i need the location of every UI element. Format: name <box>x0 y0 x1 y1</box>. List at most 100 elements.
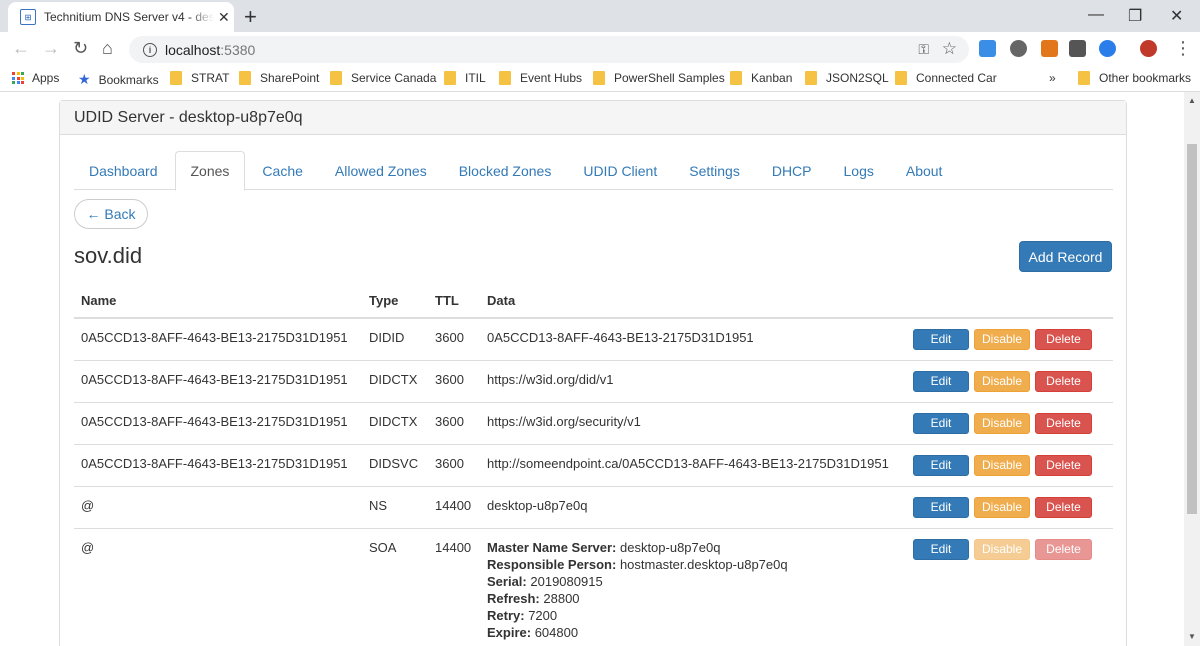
password-key-icon[interactable]: ⚿ <box>918 41 929 58</box>
bookmark-itil[interactable]: ITIL <box>444 71 486 85</box>
record-name: @ <box>74 486 362 529</box>
record-type: DIDCTX <box>362 402 428 445</box>
bookmark-bookmarks[interactable]: ★ Bookmarks <box>78 71 159 88</box>
restore-icon[interactable]: ❐ <box>1128 6 1142 26</box>
column-header-actions <box>906 283 1113 319</box>
soa-field-value: desktop-u8p7e0q <box>619 540 721 555</box>
bookmark-event-hubs[interactable]: Event Hubs <box>499 71 582 85</box>
new-tab-icon[interactable]: + <box>244 4 257 30</box>
star-icon: ★ <box>78 71 91 87</box>
bookmark-label: STRAT <box>191 71 230 85</box>
record-ttl: 3600 <box>428 444 480 487</box>
bookmark-other-bookmarks[interactable]: Other bookmarks <box>1078 71 1191 85</box>
edit-button[interactable]: Edit <box>913 329 969 350</box>
tab-dhcp[interactable]: DHCP <box>757 151 827 190</box>
extension-icon[interactable] <box>1099 40 1116 57</box>
extension-icon[interactable] <box>1010 40 1027 57</box>
back-arrow-icon[interactable]: ← <box>12 38 30 59</box>
record-type: SOA <box>362 528 428 646</box>
delete-button[interactable]: Delete <box>1035 371 1092 392</box>
tab-close-icon[interactable]: ✕ <box>218 9 230 26</box>
minimize-icon[interactable]: — <box>1088 6 1104 24</box>
bookmarks-overflow-icon[interactable]: » <box>1049 71 1056 85</box>
bookmark-label: Event Hubs <box>520 71 583 85</box>
bookmark-json2sql[interactable]: JSON2SQL <box>805 71 889 85</box>
bookmark-label: Apps <box>32 71 60 85</box>
bookmark-strat[interactable]: STRAT <box>170 71 229 85</box>
browser-tab[interactable]: ⊞ Technitium DNS Server v4 - desktop-u8p… <box>8 2 234 32</box>
technitium-favicon-icon: ⊞ <box>20 9 36 25</box>
window-close-icon[interactable]: ✕ <box>1170 6 1183 26</box>
profile-avatar[interactable] <box>1140 40 1157 57</box>
bookmark-label: Other bookmarks <box>1099 71 1192 85</box>
extension-icon[interactable] <box>1069 40 1086 57</box>
add-record-button[interactable]: Add Record <box>1019 241 1112 272</box>
disable-button[interactable]: Disable <box>974 455 1030 476</box>
disable-button[interactable]: Disable <box>974 371 1030 392</box>
bookmark-label: Service Canada <box>351 71 437 85</box>
disable-button[interactable]: Disable <box>974 413 1030 434</box>
delete-button[interactable]: Delete <box>1035 497 1092 518</box>
edit-button[interactable]: Edit <box>913 455 969 476</box>
bookmark-kanban[interactable]: Kanban <box>730 71 792 85</box>
folder-icon <box>1078 71 1090 85</box>
bookmark-star-icon[interactable]: ☆ <box>942 39 957 59</box>
table-header-row: Name Type TTL Data <box>74 283 1113 319</box>
metamask-extension-icon[interactable] <box>1041 40 1058 57</box>
tab-zones[interactable]: Zones <box>174 151 246 191</box>
edit-button[interactable]: Edit <box>913 497 969 518</box>
bookmark-sharepoint[interactable]: SharePoint <box>239 71 319 85</box>
tab-blocked-zones[interactable]: Blocked Zones <box>444 151 567 190</box>
tab-logs[interactable]: Logs <box>829 151 889 190</box>
download-extension-icon[interactable] <box>979 40 996 57</box>
soa-field: Responsible Person: hostmaster.desktop-u… <box>487 556 899 573</box>
soa-field-label: Expire: <box>487 625 532 640</box>
tab-udid-client[interactable]: UDID Client <box>568 151 672 190</box>
edit-button[interactable]: Edit <box>913 413 969 434</box>
delete-button[interactable]: Delete <box>1035 413 1092 434</box>
bookmark-connected-car[interactable]: Connected Car <box>895 71 997 85</box>
delete-button[interactable]: Delete <box>1035 455 1092 476</box>
record-name: @ <box>74 528 362 646</box>
menu-dots-icon[interactable]: ⋮ <box>1174 38 1192 59</box>
table-row: 0A5CCD13-8AFF-4643-BE13-2175D31D1951 DIDI… <box>74 318 1113 361</box>
bookmark-label: Bookmarks <box>98 72 159 87</box>
address-bar[interactable]: i localhost:5380 ⚿ ☆ <box>129 36 969 63</box>
url-port: :5380 <box>220 41 256 58</box>
tab-about[interactable]: About <box>891 151 958 190</box>
column-header-type: Type <box>362 283 428 319</box>
edit-button[interactable]: Edit <box>913 539 969 560</box>
disable-button[interactable]: Disable <box>974 329 1030 350</box>
record-data: http://someendpoint.ca/0A5CCD13-8AFF-464… <box>480 444 906 487</box>
soa-field-label: Retry: <box>487 608 525 623</box>
zone-name-title: sov.did <box>74 243 143 268</box>
folder-icon <box>805 71 817 85</box>
forward-arrow-icon[interactable]: → <box>42 38 60 59</box>
record-data: https://w3id.org/did/v1 <box>480 360 906 403</box>
delete-button[interactable]: Delete <box>1035 329 1092 350</box>
home-icon[interactable]: ⌂ <box>102 38 113 59</box>
record-type: NS <box>362 486 428 529</box>
disable-button[interactable]: Disable <box>974 497 1030 518</box>
record-actions: Edit Disable Delete <box>906 486 1113 529</box>
scroll-up-icon[interactable]: ▲ <box>1188 96 1196 105</box>
tab-allowed-zones[interactable]: Allowed Zones <box>320 151 442 190</box>
scrollbar-thumb[interactable] <box>1187 144 1197 514</box>
tab-cache[interactable]: Cache <box>247 151 317 190</box>
back-button[interactable]: ← Back <box>74 199 148 229</box>
bookmark-apps[interactable]: Apps <box>12 71 59 85</box>
folder-icon <box>330 71 342 85</box>
record-ttl: 14400 <box>428 486 480 529</box>
bookmark-powershell-samples[interactable]: PowerShell Samples <box>593 71 725 85</box>
bookmark-service-canada[interactable]: Service Canada <box>330 71 436 85</box>
soa-field: Master Name Server: desktop-u8p7e0q <box>487 539 899 556</box>
site-info-icon[interactable]: i <box>143 42 157 57</box>
tab-settings[interactable]: Settings <box>674 151 755 190</box>
reload-icon[interactable]: ↻ <box>73 38 88 59</box>
tab-dashboard[interactable]: Dashboard <box>74 151 173 190</box>
server-panel: UDID Server - desktop-u8p7e0q Dashboard Z… <box>59 100 1127 646</box>
edit-button[interactable]: Edit <box>913 371 969 392</box>
record-type: DIDSVC <box>362 444 428 487</box>
page-scrollbar[interactable]: ▲ ▼ <box>1184 92 1200 646</box>
scroll-down-icon[interactable]: ▼ <box>1188 632 1196 641</box>
